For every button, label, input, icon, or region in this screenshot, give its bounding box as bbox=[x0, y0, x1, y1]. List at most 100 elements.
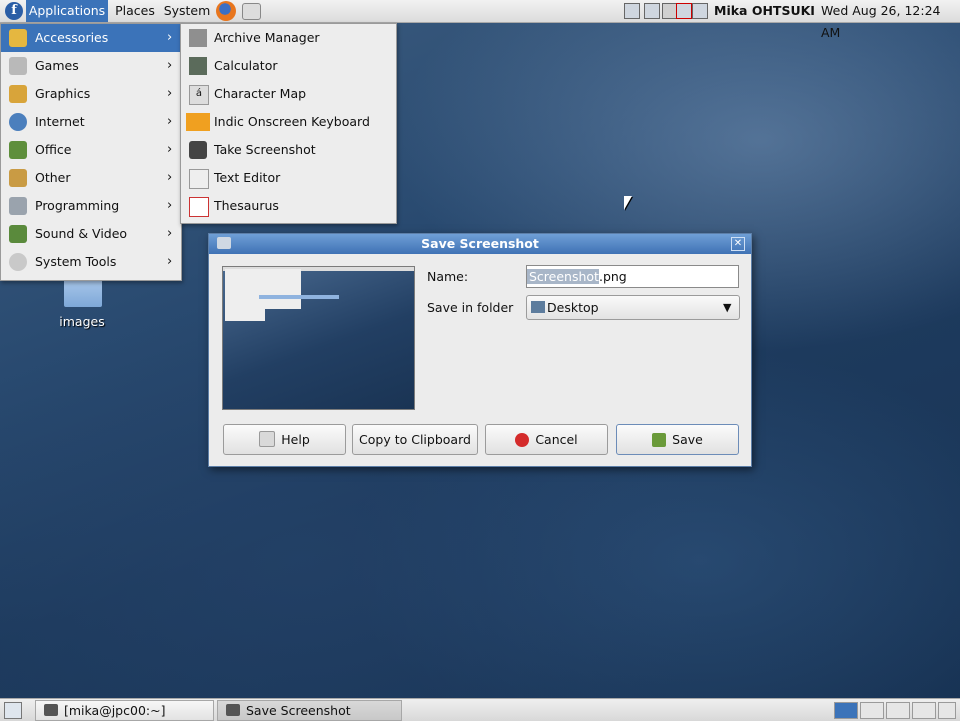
internet-icon bbox=[9, 113, 27, 131]
show-desktop-icon[interactable] bbox=[4, 702, 22, 719]
fedora-logo-icon[interactable]: f bbox=[5, 2, 23, 20]
menu-item-label: Archive Manager bbox=[214, 30, 320, 45]
taskbar-item-label: [mika@jpc00:~] bbox=[64, 703, 166, 718]
taskbar-item-save-screenshot[interactable]: Save Screenshot bbox=[217, 700, 402, 721]
images-folder-icon[interactable] bbox=[60, 279, 106, 313]
help-icon bbox=[259, 431, 276, 447]
trash-icon[interactable] bbox=[938, 702, 956, 719]
menu-item-system-tools[interactable]: System Tools › bbox=[1, 248, 181, 276]
chevron-right-icon: › bbox=[167, 198, 173, 213]
menu-item-programming[interactable]: Programming › bbox=[1, 192, 181, 220]
clock[interactable]: Wed Aug 26, 12:24 AM bbox=[821, 0, 960, 40]
workspace-3[interactable] bbox=[886, 702, 910, 719]
office-icon bbox=[9, 141, 27, 159]
menu-item-label: Graphics bbox=[35, 86, 91, 101]
chevron-right-icon: › bbox=[167, 114, 173, 129]
system-tools-icon bbox=[9, 253, 27, 271]
close-icon[interactable]: ✕ bbox=[731, 237, 745, 251]
help-label: Help bbox=[281, 432, 310, 447]
menu-item-label: Accessories bbox=[35, 30, 109, 45]
accessories-submenu: Archive Manager Calculator á Character M… bbox=[180, 23, 397, 224]
dialog-titlebar[interactable]: Save Screenshot ✕ bbox=[209, 234, 751, 254]
help-button[interactable]: Help bbox=[223, 424, 346, 455]
menu-item-accessories[interactable]: Accessories › bbox=[1, 24, 181, 52]
menu-item-label: System Tools bbox=[35, 254, 117, 269]
menu-item-take-screenshot[interactable]: Take Screenshot bbox=[181, 136, 396, 164]
sound-video-icon bbox=[9, 225, 27, 243]
bottom-panel: [mika@jpc00:~] Save Screenshot bbox=[0, 698, 960, 721]
screenshot-preview bbox=[222, 266, 415, 410]
cancel-icon bbox=[515, 433, 530, 447]
menu-item-label: Character Map bbox=[214, 86, 307, 101]
archive-manager-icon bbox=[189, 29, 207, 47]
character-map-icon: á bbox=[189, 85, 209, 105]
chevron-right-icon: › bbox=[167, 170, 173, 185]
folder-label: Save in folder bbox=[427, 300, 514, 315]
top-panel: f Applications Places System Mika OHTSUK… bbox=[0, 0, 960, 40]
chevron-right-icon: › bbox=[167, 58, 173, 73]
menu-item-sound-video[interactable]: Sound & Video › bbox=[1, 220, 181, 248]
system-menu-button[interactable]: System bbox=[162, 0, 212, 22]
workspace-4[interactable] bbox=[912, 702, 936, 719]
screenshot-launcher-icon[interactable] bbox=[242, 3, 261, 20]
text-editor-icon bbox=[189, 169, 209, 189]
menu-item-indic-keyboard[interactable]: Indic Onscreen Keyboard bbox=[181, 108, 396, 136]
calculator-icon bbox=[189, 57, 207, 75]
menu-item-text-editor[interactable]: Text Editor bbox=[181, 164, 396, 192]
menu-item-label: Other bbox=[35, 170, 71, 185]
camera-icon bbox=[217, 237, 231, 249]
cancel-button[interactable]: Cancel bbox=[485, 424, 608, 455]
save-label: Save bbox=[672, 432, 703, 447]
network-icon[interactable] bbox=[644, 3, 660, 19]
desktop-icon bbox=[531, 301, 545, 313]
taskbar-item-terminal[interactable]: [mika@jpc00:~] bbox=[35, 700, 214, 721]
thesaurus-icon bbox=[189, 197, 209, 217]
games-icon bbox=[9, 57, 27, 75]
menu-item-label: Thesaurus bbox=[214, 198, 279, 213]
menu-item-calculator[interactable]: Calculator bbox=[181, 52, 396, 80]
menu-item-internet[interactable]: Internet › bbox=[1, 108, 181, 136]
signal-icon[interactable] bbox=[692, 3, 708, 19]
volume-muted-icon[interactable] bbox=[676, 3, 692, 19]
menu-item-label: Internet bbox=[35, 114, 85, 129]
dialog-title: Save Screenshot bbox=[421, 236, 539, 251]
menu-item-graphics[interactable]: Graphics › bbox=[1, 80, 181, 108]
menu-item-office[interactable]: Office › bbox=[1, 136, 181, 164]
desktop-icon-label[interactable]: images bbox=[50, 314, 114, 329]
camera-icon bbox=[226, 704, 240, 716]
keyboard-icon bbox=[186, 113, 210, 131]
filename-input[interactable]: Screenshot.png bbox=[526, 265, 739, 288]
workspace-1[interactable] bbox=[834, 702, 858, 719]
menu-item-label: Text Editor bbox=[214, 170, 281, 185]
menu-item-label: Programming bbox=[35, 198, 120, 213]
chevron-right-icon: › bbox=[167, 254, 173, 269]
camera-icon bbox=[189, 141, 207, 159]
applications-menu-button[interactable]: Applications bbox=[26, 0, 108, 22]
menu-item-games[interactable]: Games › bbox=[1, 52, 181, 80]
menu-item-label: Take Screenshot bbox=[214, 142, 316, 157]
selected-text: Screenshot bbox=[527, 269, 599, 284]
workspace-2[interactable] bbox=[860, 702, 884, 719]
user-name[interactable]: Mika OHTSUKI bbox=[714, 0, 815, 22]
menu-item-label: Calculator bbox=[214, 58, 278, 73]
mouse-cursor-icon bbox=[624, 196, 636, 210]
cancel-label: Cancel bbox=[535, 432, 578, 447]
menu-item-thesaurus[interactable]: Thesaurus bbox=[181, 192, 396, 220]
applications-menu: Accessories › Games › Graphics › Interne… bbox=[0, 23, 182, 281]
chevron-right-icon: › bbox=[167, 30, 173, 45]
menu-item-archive-manager[interactable]: Archive Manager bbox=[181, 24, 396, 52]
places-menu-button[interactable]: Places bbox=[110, 0, 160, 22]
chevron-right-icon: › bbox=[167, 226, 173, 241]
accessories-icon bbox=[9, 29, 27, 47]
folder-value: Desktop bbox=[547, 300, 599, 315]
firefox-icon[interactable] bbox=[216, 1, 236, 21]
copy-to-clipboard-button[interactable]: Copy to Clipboard bbox=[352, 424, 478, 455]
window-icon[interactable] bbox=[624, 3, 640, 19]
menu-item-other[interactable]: Other › bbox=[1, 164, 181, 192]
save-button[interactable]: Save bbox=[616, 424, 739, 455]
programming-icon bbox=[9, 197, 27, 215]
menu-item-label: Office bbox=[35, 142, 72, 157]
menu-item-character-map[interactable]: á Character Map bbox=[181, 80, 396, 108]
folder-select[interactable]: Desktop ▼ bbox=[526, 295, 740, 320]
other-icon bbox=[9, 169, 27, 187]
